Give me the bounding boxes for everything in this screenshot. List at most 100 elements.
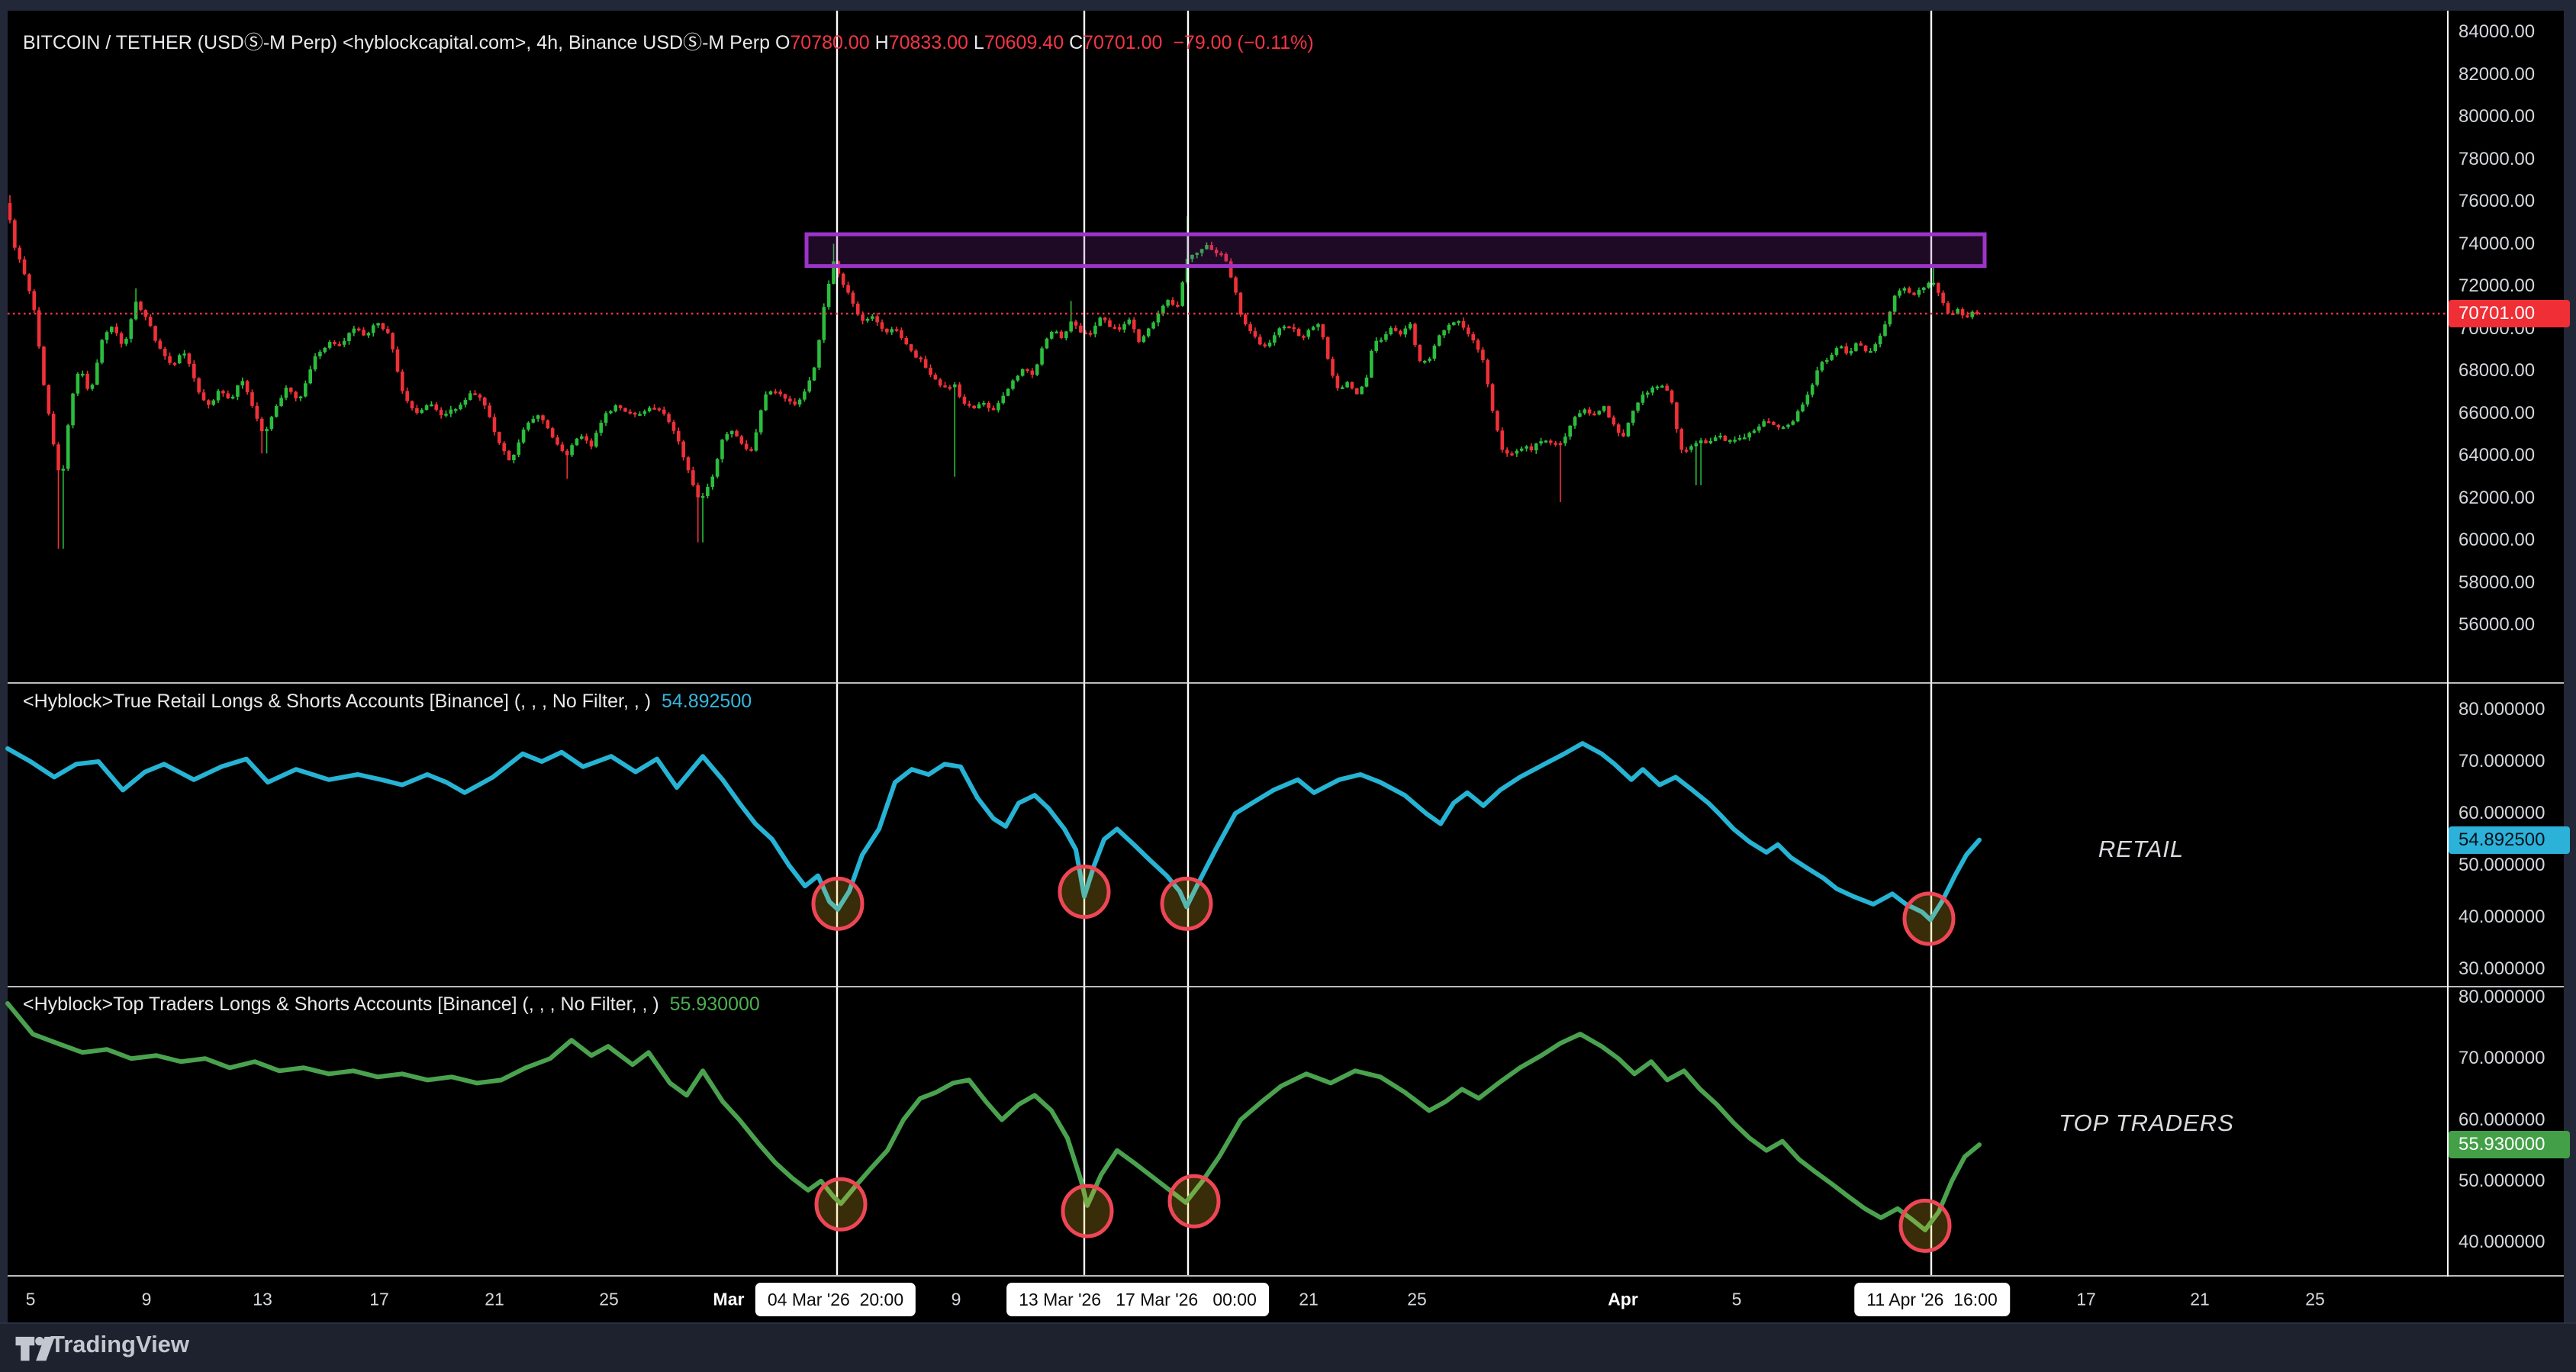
- candle-body: [217, 391, 221, 400]
- candle-body: [1147, 328, 1151, 336]
- candle-body: [250, 392, 254, 406]
- candle-body: [469, 393, 472, 400]
- axis-tick-label: 40.000000: [2458, 1232, 2545, 1253]
- candle-body: [1695, 443, 1699, 446]
- candle-body: [294, 392, 298, 398]
- candle-body: [1467, 327, 1470, 334]
- candle-body: [710, 477, 714, 487]
- panel-separator-2[interactable]: [8, 986, 2564, 987]
- candle-body: [904, 338, 908, 344]
- candle-body: [1016, 375, 1020, 380]
- retail-indicator-value: 54.892500: [662, 691, 752, 712]
- candle-body: [1879, 336, 1882, 344]
- axis-tick-label: 50.000000: [2458, 855, 2545, 876]
- candle-body: [1617, 424, 1621, 433]
- change-value: −79.00 (−0.11%): [1173, 32, 1313, 53]
- panel-separator-1[interactable]: [8, 682, 2564, 684]
- candle-body: [1903, 288, 1907, 291]
- candle-body: [613, 405, 617, 411]
- candle-body: [1743, 437, 1747, 439]
- axis-tick-label: 82000.00: [2458, 64, 2535, 85]
- supply-zone-box[interactable]: [807, 234, 1985, 266]
- candle-body: [1627, 423, 1631, 436]
- candle-body: [1384, 334, 1388, 340]
- candle-body: [672, 422, 676, 431]
- candle-body: [105, 332, 109, 340]
- candle-body: [1021, 369, 1025, 376]
- candle-body: [56, 444, 60, 470]
- retail-watermark: RETAIL: [2098, 836, 2184, 863]
- retail-indicator-title[interactable]: <Hyblock>True Retail Longs & Shorts Acco…: [23, 691, 651, 712]
- candle-body: [1118, 327, 1122, 330]
- candle-body: [1859, 343, 1863, 346]
- candle-body: [1374, 341, 1378, 351]
- candle-body: [1559, 443, 1563, 445]
- time-axis[interactable]: 5913172125Mar92125Apr517212504 Mar '26 2…: [8, 1277, 2564, 1322]
- candle-body: [405, 391, 409, 401]
- candle-body: [1418, 345, 1422, 361]
- candle-body: [1612, 417, 1616, 424]
- candle-body: [681, 442, 685, 458]
- symbol-legend[interactable]: BITCOIN / TETHER (USDⓈ-M Perp) <hyblockc…: [23, 27, 1314, 55]
- candle-body: [798, 400, 802, 405]
- axis-tick-label: 62000.00: [2458, 488, 2535, 509]
- candle-body: [784, 395, 787, 399]
- candle-body: [1636, 403, 1640, 411]
- candle-body: [551, 428, 555, 437]
- candle-body: [1011, 381, 1015, 389]
- top-traders-indicator-legend[interactable]: <Hyblock>Top Traders Longs & Shorts Acco…: [23, 994, 760, 1016]
- candle-body: [599, 423, 603, 433]
- chart-canvas[interactable]: [0, 0, 2576, 1372]
- symbol-title[interactable]: BITCOIN / TETHER (USDⓈ-M Perp) <hyblockc…: [23, 32, 770, 53]
- candle-body: [1035, 365, 1039, 375]
- candle-body: [1883, 324, 1887, 336]
- candle-body: [497, 432, 501, 443]
- candle-body: [1171, 300, 1175, 304]
- candle-body: [1433, 346, 1437, 359]
- candle-body: [197, 378, 201, 393]
- candle-body: [759, 411, 763, 433]
- candle-body: [1840, 346, 1843, 348]
- retail-indicator-legend[interactable]: <Hyblock>True Retail Longs & Shorts Acco…: [23, 691, 752, 713]
- candle-body: [178, 355, 182, 363]
- candle-body: [1728, 440, 1732, 442]
- candle-body: [415, 408, 419, 413]
- candle-body: [769, 391, 773, 395]
- tradingview-brand-text[interactable]: TradingView: [50, 1331, 189, 1358]
- candle-body: [1491, 384, 1495, 411]
- axis-tick-label: 84000.00: [2458, 21, 2535, 43]
- candle-body: [594, 433, 598, 446]
- candle-body: [1244, 314, 1248, 324]
- candle-body: [95, 362, 99, 385]
- time-tick-label: 17: [369, 1290, 389, 1310]
- candle-body: [173, 363, 177, 365]
- candle-body: [1501, 430, 1505, 449]
- candle-body: [652, 407, 656, 409]
- candle-body: [270, 417, 274, 429]
- candle-body: [667, 414, 671, 422]
- top-traders-indicator-title[interactable]: <Hyblock>Top Traders Longs & Shorts Acco…: [23, 994, 659, 1015]
- candle-body: [430, 404, 433, 406]
- candle-body: [687, 457, 691, 470]
- axis-tick-label: 30.000000: [2458, 958, 2545, 980]
- candle-body: [977, 404, 981, 408]
- candle-body: [1351, 382, 1354, 388]
- candle-body: [52, 414, 56, 444]
- candle-body: [817, 340, 821, 368]
- candle-body: [1302, 336, 1306, 337]
- candle-body: [948, 387, 952, 388]
- candle-body: [1001, 396, 1005, 404]
- candle-body: [774, 391, 778, 393]
- candle-body: [1234, 278, 1238, 293]
- candle-body: [1864, 346, 1868, 351]
- candle-body: [149, 317, 153, 326]
- candle-body: [124, 339, 128, 344]
- axis-tick-label: 58000.00: [2458, 572, 2535, 594]
- candle-body: [1873, 344, 1877, 351]
- candle-body: [958, 385, 961, 397]
- candle-body: [575, 439, 579, 445]
- candle-body: [1782, 427, 1785, 429]
- candle-body: [793, 401, 797, 404]
- candle-body: [924, 359, 928, 368]
- candle-body: [749, 449, 753, 450]
